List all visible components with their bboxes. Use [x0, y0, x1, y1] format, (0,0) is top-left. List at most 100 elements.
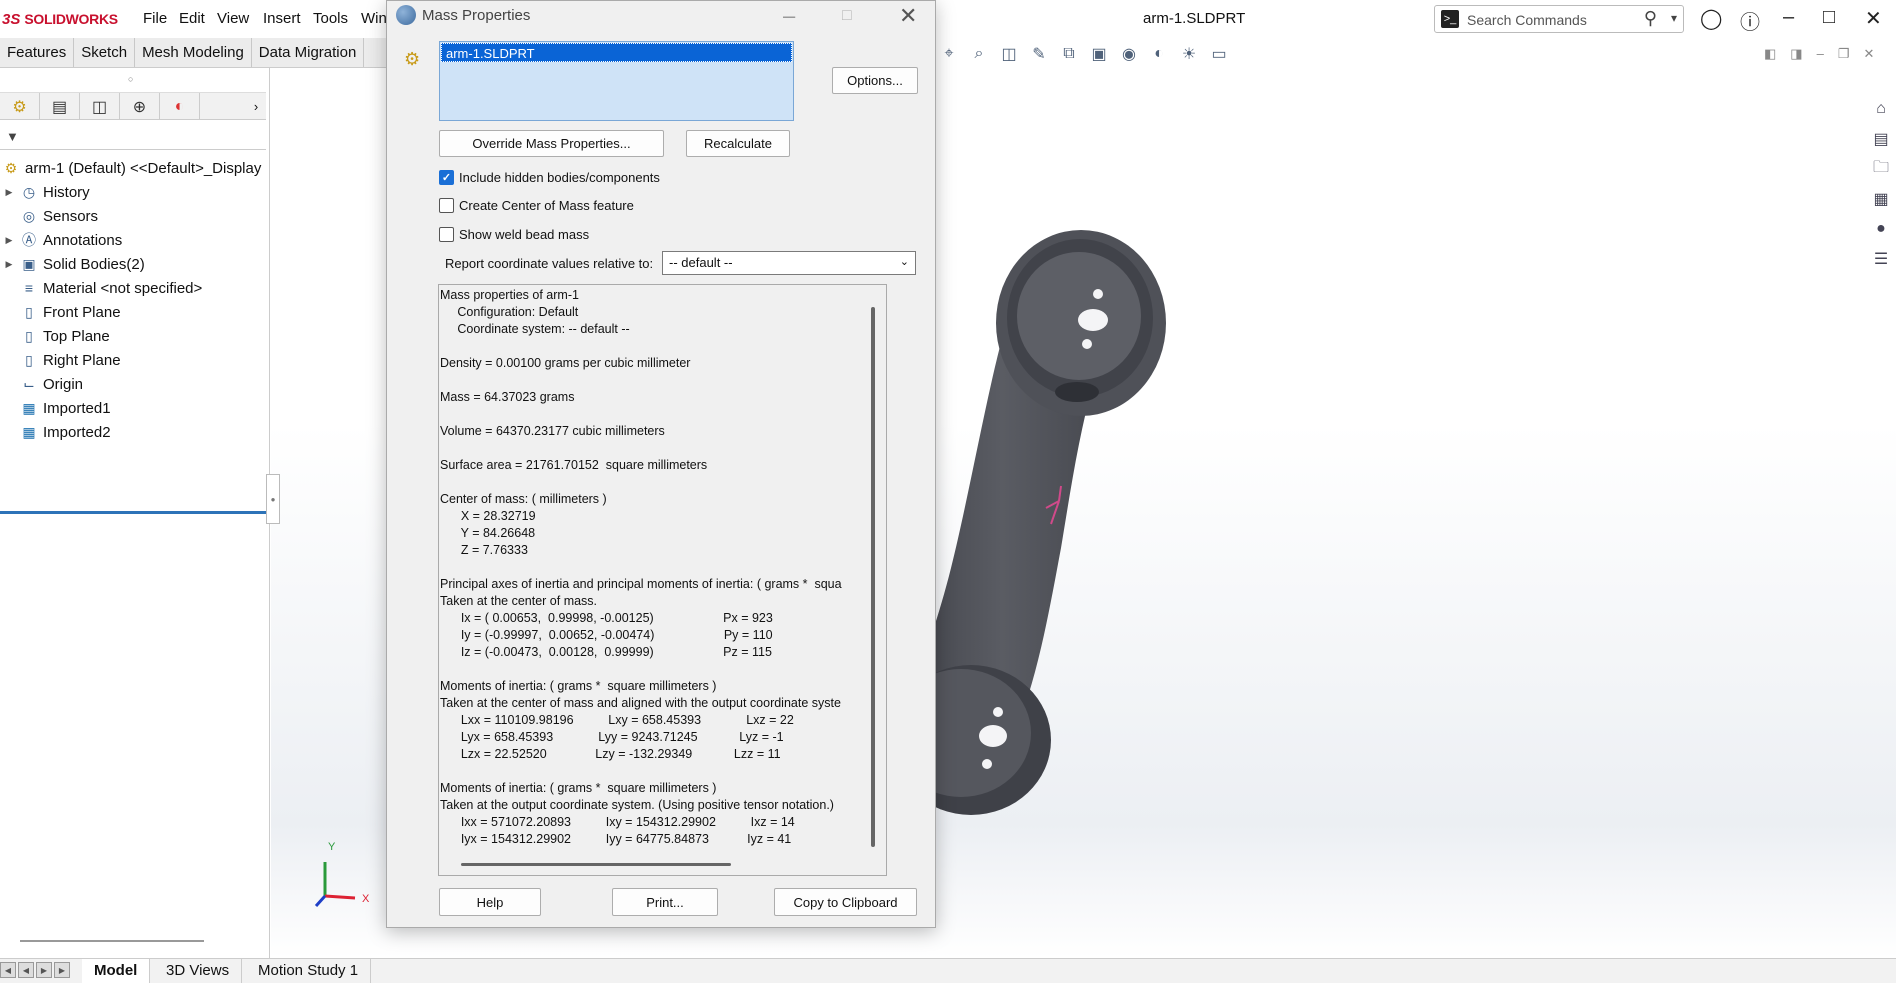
account-icon[interactable]: ◯	[1700, 6, 1722, 31]
selected-item[interactable]: arm-1.SLDPRT	[441, 43, 792, 62]
help-icon[interactable]: ⓘ	[1740, 6, 1760, 35]
prev-tab-icon[interactable]: ◀	[18, 962, 34, 978]
heads-up-toolbar: ⌖ ⌕ ◫ ✎ ⧉ ▣ ◉ ◐ ☀ ▭	[938, 44, 1230, 68]
panel-grip-icon[interactable]: ○	[128, 74, 133, 84]
search-icon[interactable]: ⚲	[1644, 8, 1657, 29]
create-com-checkbox[interactable]: Create Center of Mass feature	[439, 198, 634, 213]
zoom-to-fit-icon[interactable]: ⌖	[938, 44, 960, 64]
collapse-left-icon[interactable]: ◧	[1764, 46, 1776, 62]
next-tab-icon[interactable]: ▶	[36, 962, 52, 978]
coordinate-system-select[interactable]: -- default -- ⌄	[662, 251, 916, 275]
display-manager-tab-icon[interactable]: ◐	[160, 93, 200, 120]
menu-edit[interactable]: Edit	[179, 10, 205, 27]
first-tab-icon[interactable]: ◀	[0, 962, 16, 978]
tree-item-imported2[interactable]: ▦ Imported2	[0, 420, 270, 444]
feature-tree-tab-icon[interactable]: ⚙	[0, 93, 40, 120]
expand-icon[interactable]: ▶	[0, 187, 18, 198]
override-mass-properties-button[interactable]: Override Mass Properties...	[439, 130, 664, 157]
tree-item-imported1[interactable]: ▦ Imported1	[0, 396, 270, 420]
dialog-minimize-icon[interactable]: –	[783, 3, 795, 29]
help-button[interactable]: Help	[439, 888, 541, 916]
resources-icon[interactable]: ▤	[1870, 128, 1892, 150]
scene-icon[interactable]: ☀	[1178, 44, 1200, 64]
tree-filter[interactable]: ▼	[0, 126, 266, 150]
view-palette-icon[interactable]: ▦	[1870, 188, 1892, 210]
tab-features[interactable]: Features	[0, 38, 75, 67]
tab-data-migration[interactable]: Data Migration	[252, 38, 365, 67]
filter-icon[interactable]: ▼	[6, 129, 19, 144]
recalculate-button[interactable]: Recalculate	[686, 130, 790, 157]
configuration-manager-tab-icon[interactable]: ◫	[80, 93, 120, 120]
menu-view[interactable]: View	[217, 10, 249, 27]
dynamic-annotation-icon[interactable]: ✎	[1028, 44, 1050, 64]
view-orientation-icon[interactable]: ⧉	[1058, 44, 1080, 64]
tree-item-front-plane[interactable]: ▯ Front Plane	[0, 300, 270, 324]
zoom-area-icon[interactable]: ⌕	[968, 44, 990, 64]
horizontal-scrollbar[interactable]	[461, 863, 731, 866]
selection-list[interactable]: arm-1.SLDPRT	[439, 41, 794, 121]
display-style-icon[interactable]: ▣	[1088, 44, 1110, 64]
tab-model[interactable]: Model	[82, 959, 151, 983]
last-tab-icon[interactable]: ▶	[54, 962, 70, 978]
menu-tools[interactable]: Tools	[313, 10, 348, 27]
chevron-down-icon[interactable]: ▾	[1671, 11, 1677, 25]
search-commands-box[interactable]: >_ Search Commands ⚲ ▾	[1434, 5, 1684, 33]
vertical-scrollbar[interactable]	[871, 307, 875, 847]
hide-show-icon[interactable]: ◉	[1118, 44, 1140, 64]
tree-item-annotations[interactable]: ▶ Ⓐ Annotations	[0, 228, 270, 252]
tree-item-solid-bodies[interactable]: ▶ ▣ Solid Bodies(2)	[0, 252, 270, 276]
tab-3d-views[interactable]: 3D Views	[154, 959, 243, 983]
view-settings-icon[interactable]: ▭	[1208, 44, 1230, 64]
tree-item-history[interactable]: ▶ ◷ History	[0, 180, 270, 204]
tree-item-material[interactable]: ≡ Material <not specified>	[0, 276, 270, 300]
chevron-right-icon[interactable]: ›	[246, 93, 266, 119]
options-button[interactable]: Options...	[832, 67, 918, 94]
checkbox-checked-icon[interactable]: ✓	[439, 170, 454, 185]
checkbox-label: Include hidden bodies/components	[459, 170, 660, 185]
property-manager-tab-icon[interactable]: ▤	[40, 93, 80, 120]
solidworks-logo[interactable]: 3S SOLIDWORKS	[2, 6, 118, 32]
copy-to-clipboard-button[interactable]: Copy to Clipboard	[774, 888, 917, 916]
viewport-close-icon[interactable]: ✕	[1863, 46, 1874, 62]
menu-insert[interactable]: Insert	[263, 10, 301, 27]
maximize-icon[interactable]: □	[1823, 6, 1835, 29]
tree-root[interactable]: ⚙ arm-1 (Default) <<Default>_Display	[0, 156, 270, 180]
tree-item-sensors[interactable]: ◎ Sensors	[0, 204, 270, 228]
search-input[interactable]: Search Commands	[1467, 12, 1587, 28]
rollback-bar[interactable]	[0, 511, 266, 514]
dialog-close-icon[interactable]: ✕	[899, 3, 917, 29]
collapse-right-icon[interactable]: ◨	[1790, 46, 1802, 62]
viewport-minimize-icon[interactable]: –	[1817, 46, 1824, 62]
panel-collapse-handle[interactable]: ●	[266, 474, 280, 524]
expand-icon[interactable]: ▶	[0, 259, 18, 270]
checkbox-unchecked-icon[interactable]	[439, 227, 454, 242]
minimize-icon[interactable]: –	[1783, 6, 1794, 29]
print-button[interactable]: Print...	[612, 888, 718, 916]
home-icon[interactable]: ⌂	[1870, 98, 1892, 120]
section-view-icon[interactable]: ◫	[998, 44, 1020, 64]
appearance-icon[interactable]: ◐	[1148, 44, 1170, 64]
tab-motion-study[interactable]: Motion Study 1	[246, 959, 372, 983]
include-hidden-checkbox[interactable]: ✓ Include hidden bodies/components	[439, 170, 660, 185]
close-icon[interactable]: ✕	[1865, 6, 1882, 31]
checkbox-unchecked-icon[interactable]	[439, 198, 454, 213]
tree-item-top-plane[interactable]: ▯ Top Plane	[0, 324, 270, 348]
tab-mesh-modeling[interactable]: Mesh Modeling	[135, 38, 252, 67]
menu-file[interactable]: File	[143, 10, 167, 27]
viewport-restore-icon[interactable]: ❐	[1838, 46, 1850, 62]
appearances-icon[interactable]: ●	[1870, 218, 1892, 240]
tab-sketch[interactable]: Sketch	[74, 38, 136, 67]
output-line: Density = 0.00100 grams per cubic millim…	[440, 356, 691, 370]
tree-item-origin[interactable]: ⌙ Origin	[0, 372, 270, 396]
folder-icon[interactable]: 🗀	[1870, 158, 1892, 180]
show-weld-bead-checkbox[interactable]: Show weld bead mass	[439, 227, 589, 242]
dialog-maximize-icon[interactable]: □	[842, 7, 852, 25]
mass-properties-output[interactable]: Mass properties of arm-1 Configuration: …	[438, 284, 887, 876]
dimxpert-tab-icon[interactable]: ⊕	[120, 93, 160, 120]
tree-item-right-plane[interactable]: ▯ Right Plane	[0, 348, 270, 372]
custom-properties-icon[interactable]: ☰	[1870, 248, 1892, 270]
menu-window[interactable]: Win	[361, 10, 387, 27]
horizontal-scrollbar[interactable]	[20, 940, 204, 942]
expand-icon[interactable]: ▶	[0, 235, 18, 246]
chevron-down-icon[interactable]: ⌄	[900, 255, 909, 268]
